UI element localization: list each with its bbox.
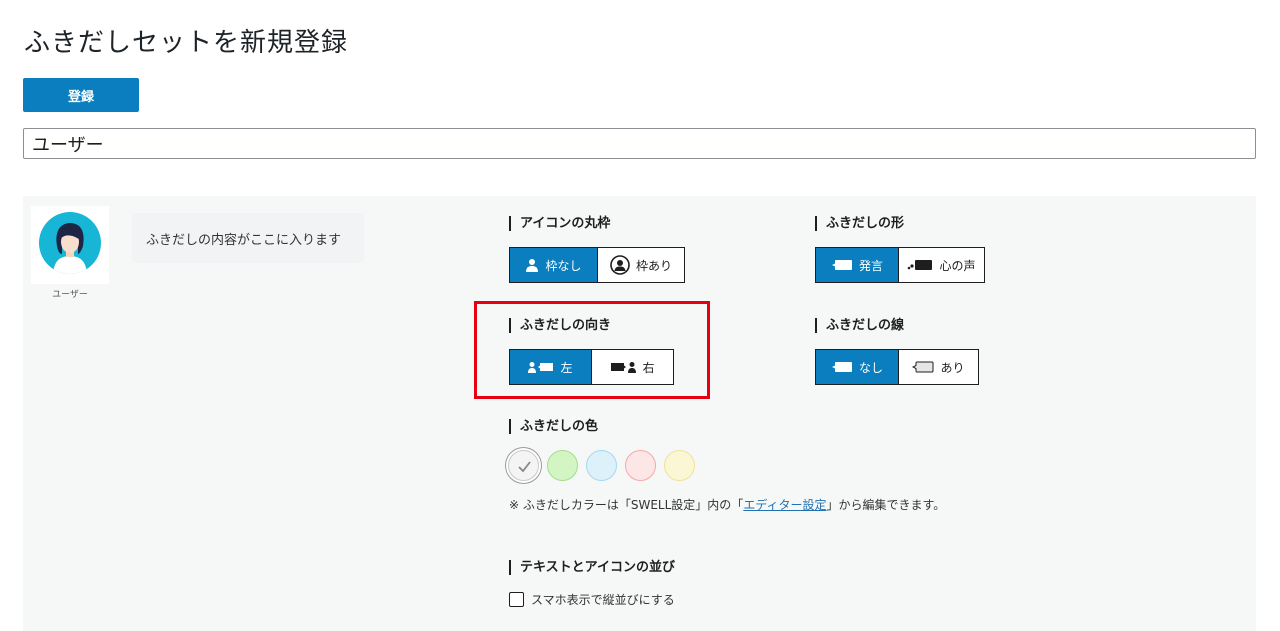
avatar [31,206,109,284]
line-with-button[interactable]: あり [898,350,978,384]
color-note-prefix: ※ ふきだしカラーは「SWELL設定」内の「 [509,498,744,512]
person-circle-icon [610,255,630,275]
bubble-shape-label: ふきだしの形 [815,216,904,231]
avatar-name: ユーザー [52,290,88,300]
icon-border-with-button[interactable]: 枠あり [597,248,684,282]
vertical-layout-option: スマホ表示で縦並びにする [509,591,675,608]
page-title: ふきだしセットを新規登録 [24,28,349,58]
editor-settings-link[interactable]: エディター設定 [743,498,826,512]
icon-border-with-label: 枠あり [635,258,672,273]
speech-bubble-icon [831,260,852,270]
icon-border-none-button[interactable]: 枠なし [510,248,597,282]
vertical-layout-label: スマホ表示で縦並びにする [531,593,675,607]
icon-border-toggle: 枠なし 枠あり [509,247,685,283]
bubble-line-label: ふきだしの線 [815,318,904,333]
bubble-line-toggle: なし あり [815,349,979,385]
bubble-shape-toggle: 発言 心の声 [815,247,985,283]
line-none-label: なし [858,360,883,375]
person-icon [526,259,539,272]
bubble-shape-speech-button[interactable]: 発言 [816,248,898,282]
line-none-button[interactable]: なし [816,350,898,384]
register-button[interactable]: 登録 [23,78,139,112]
bubble-with-line-icon [912,361,934,373]
text-icon-order-label: テキストとアイコンの並び [509,560,675,575]
color-swatch-green[interactable] [547,450,578,481]
color-swatch-gray[interactable] [508,450,539,481]
bubble-shape-thought-label: 心の声 [939,258,976,273]
highlight-box [474,301,710,399]
bubble-no-line-icon [831,362,852,372]
color-note: ※ ふきだしカラーは「SWELL設定」内の「エディター設定」から編集できます。 [509,496,945,513]
bubble-color-label: ふきだしの色 [509,419,598,434]
vertical-layout-checkbox[interactable] [509,592,524,607]
bubble-shape-speech-label: 発言 [858,258,883,273]
preview-bubble: ふきだしの内容がここに入ります [132,213,364,263]
color-note-suffix: 」から編集できます。 [826,498,946,512]
user-avatar-icon [39,212,101,274]
color-swatch-yellow[interactable] [664,450,695,481]
set-name-input[interactable] [23,128,1256,159]
color-swatch-red[interactable] [625,450,656,481]
icon-border-label: アイコンの丸枠 [509,216,610,231]
check-icon [518,461,531,473]
icon-border-none-label: 枠なし [545,258,582,273]
color-swatch-blue[interactable] [586,450,617,481]
thought-bubble-icon [908,260,933,270]
bubble-shape-thought-button[interactable]: 心の声 [898,248,984,282]
line-with-label: あり [940,360,965,375]
